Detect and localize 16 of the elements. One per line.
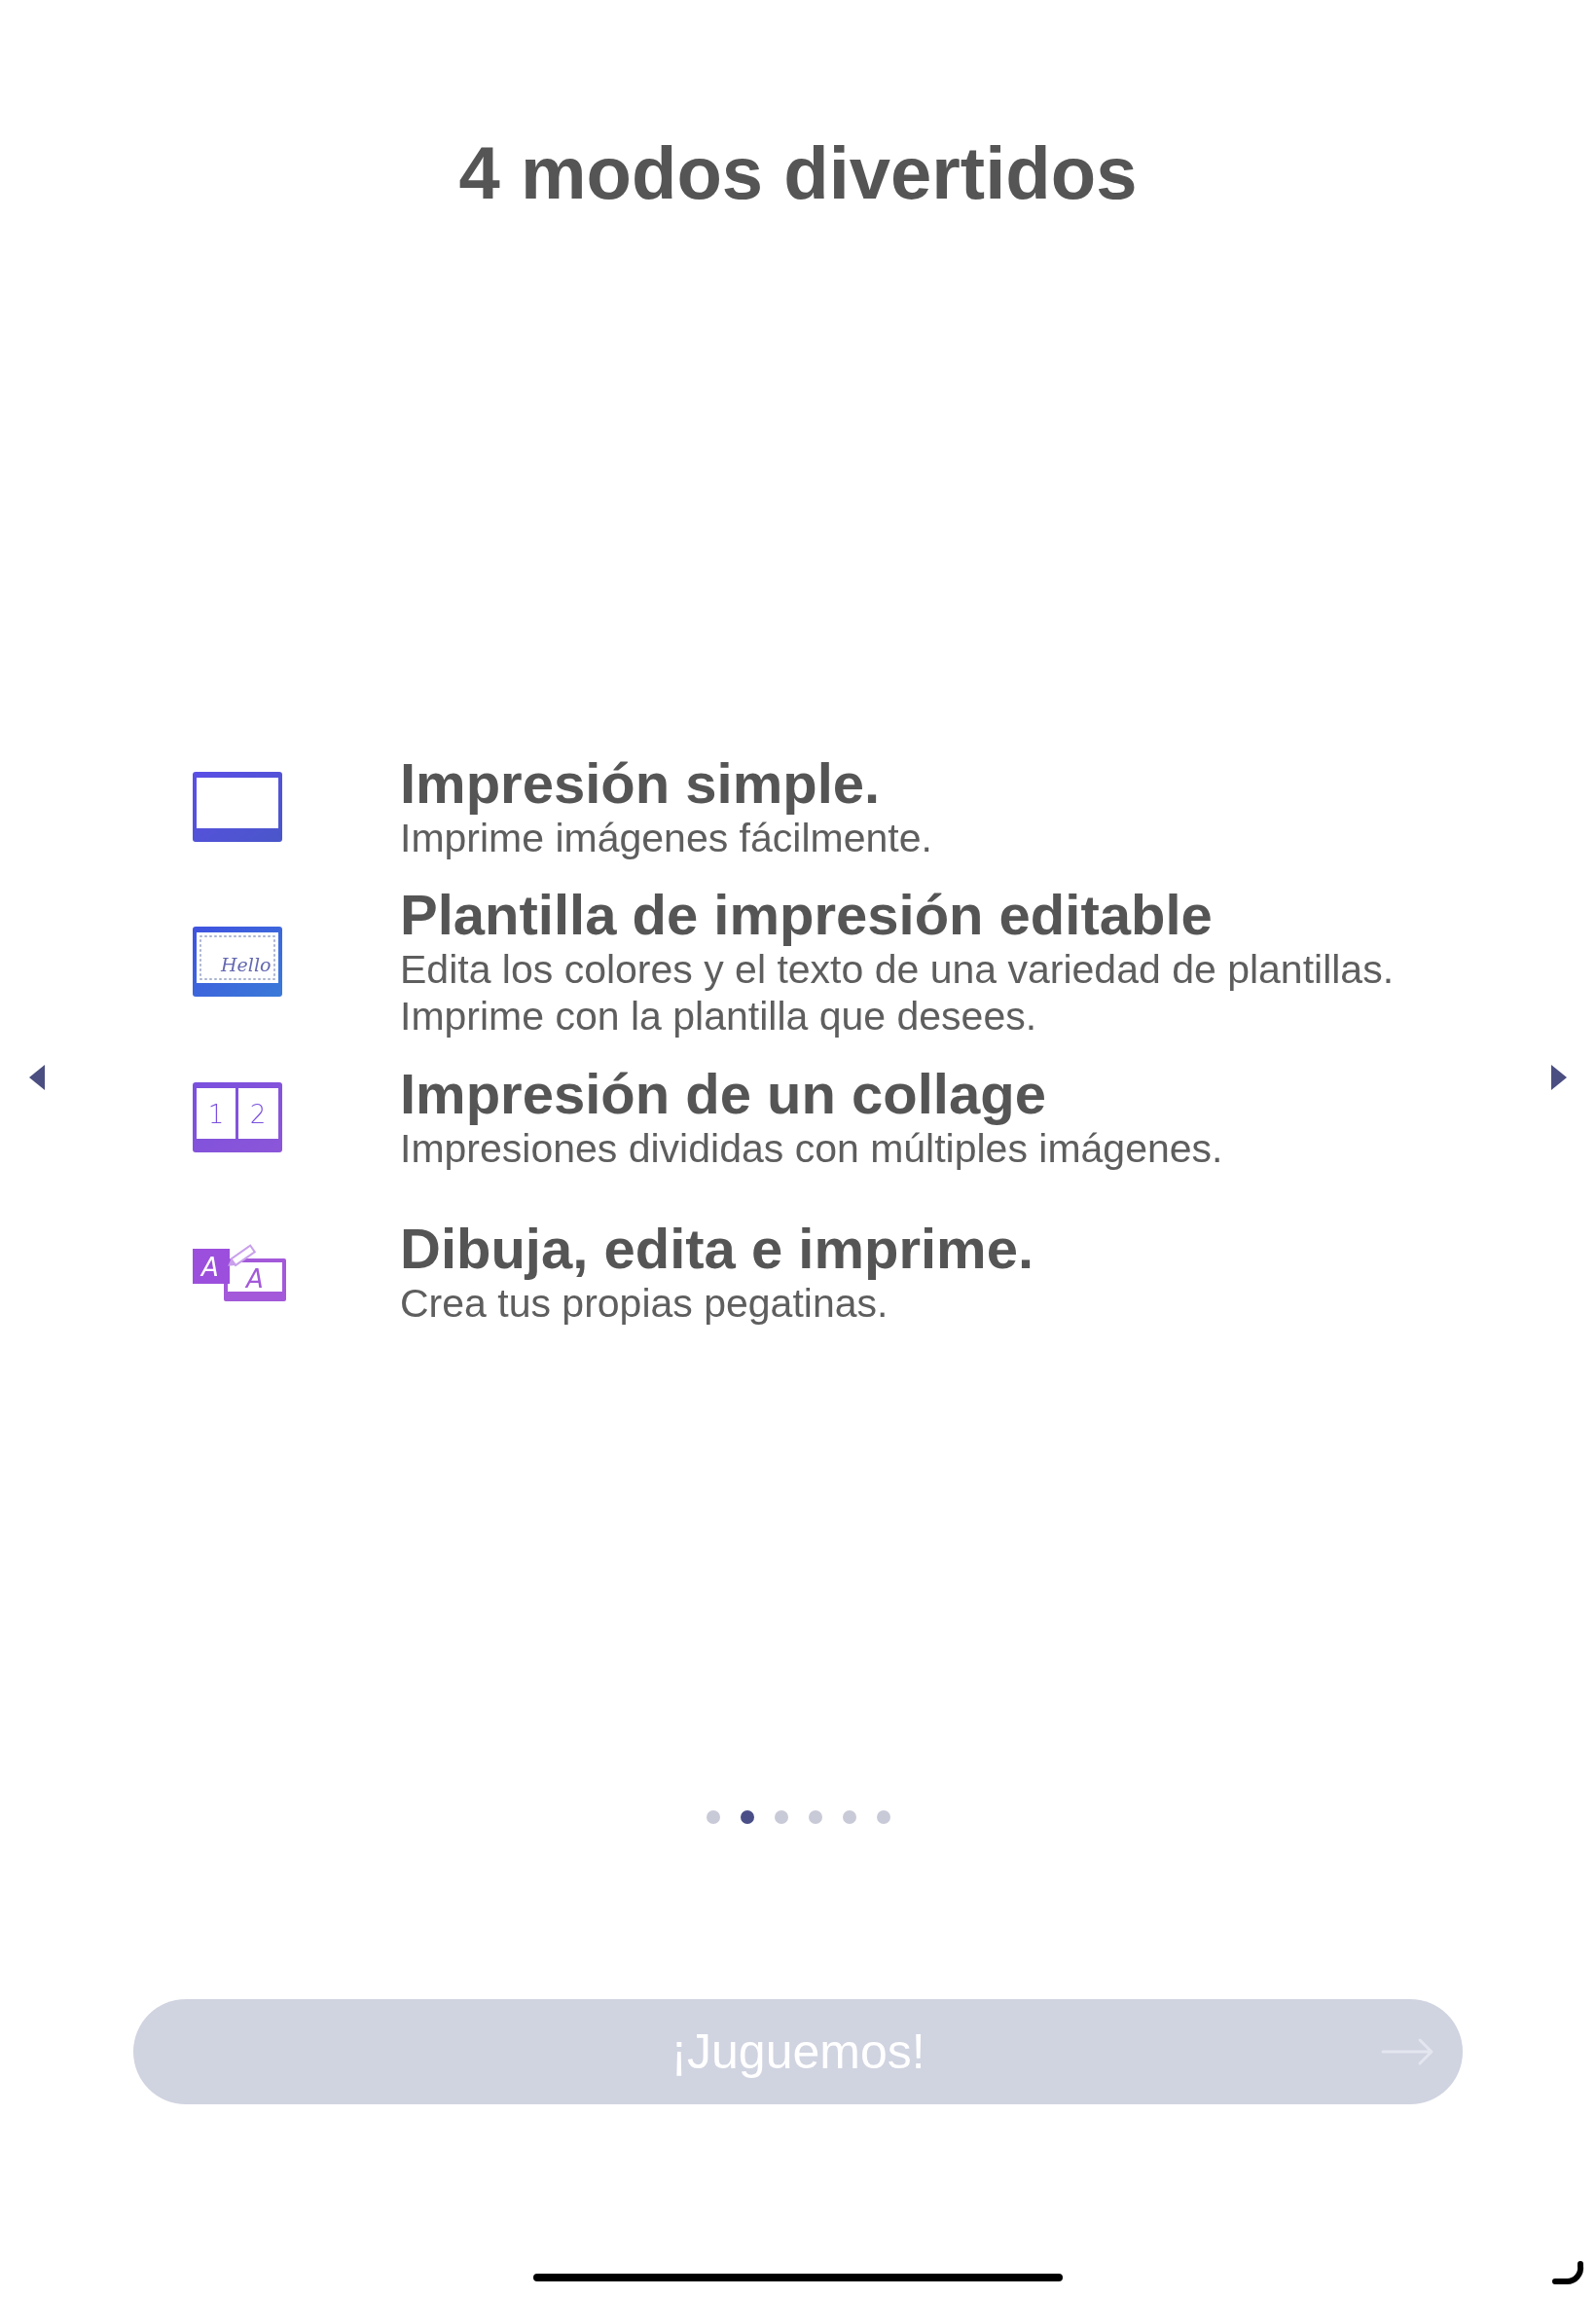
split-frame-icon: 1 2 — [193, 1081, 282, 1152]
mode-heading: Dibuja, edita e imprime. — [400, 1217, 1034, 1280]
corner-arc-icon — [1551, 2260, 1586, 2285]
mode-description: Imprime imágenes fácilmente. — [400, 815, 932, 861]
next-button[interactable] — [1551, 1065, 1567, 1090]
mode-heading: Impresión simple. — [400, 751, 881, 815]
previous-button[interactable] — [29, 1065, 45, 1090]
mode-description: Edita los colores y el texto de una variedad de plantillas. — [400, 946, 1395, 993]
mode-description: Imprime con la plantilla que desees. — [400, 993, 1037, 1039]
mode-description: Crea tus propias pegatinas. — [400, 1280, 889, 1327]
mode-heading: Plantilla de impresión editable — [400, 884, 1213, 946]
mode-description: Impresiones divididas con múltiples imágenes. — [400, 1125, 1223, 1172]
frame-icon — [193, 771, 282, 842]
template-frame-icon: Hello — [193, 927, 282, 997]
mode-heading: Impresión de un collage — [400, 1062, 1046, 1125]
page-title: 4 modos divertidos — [458, 130, 1138, 216]
